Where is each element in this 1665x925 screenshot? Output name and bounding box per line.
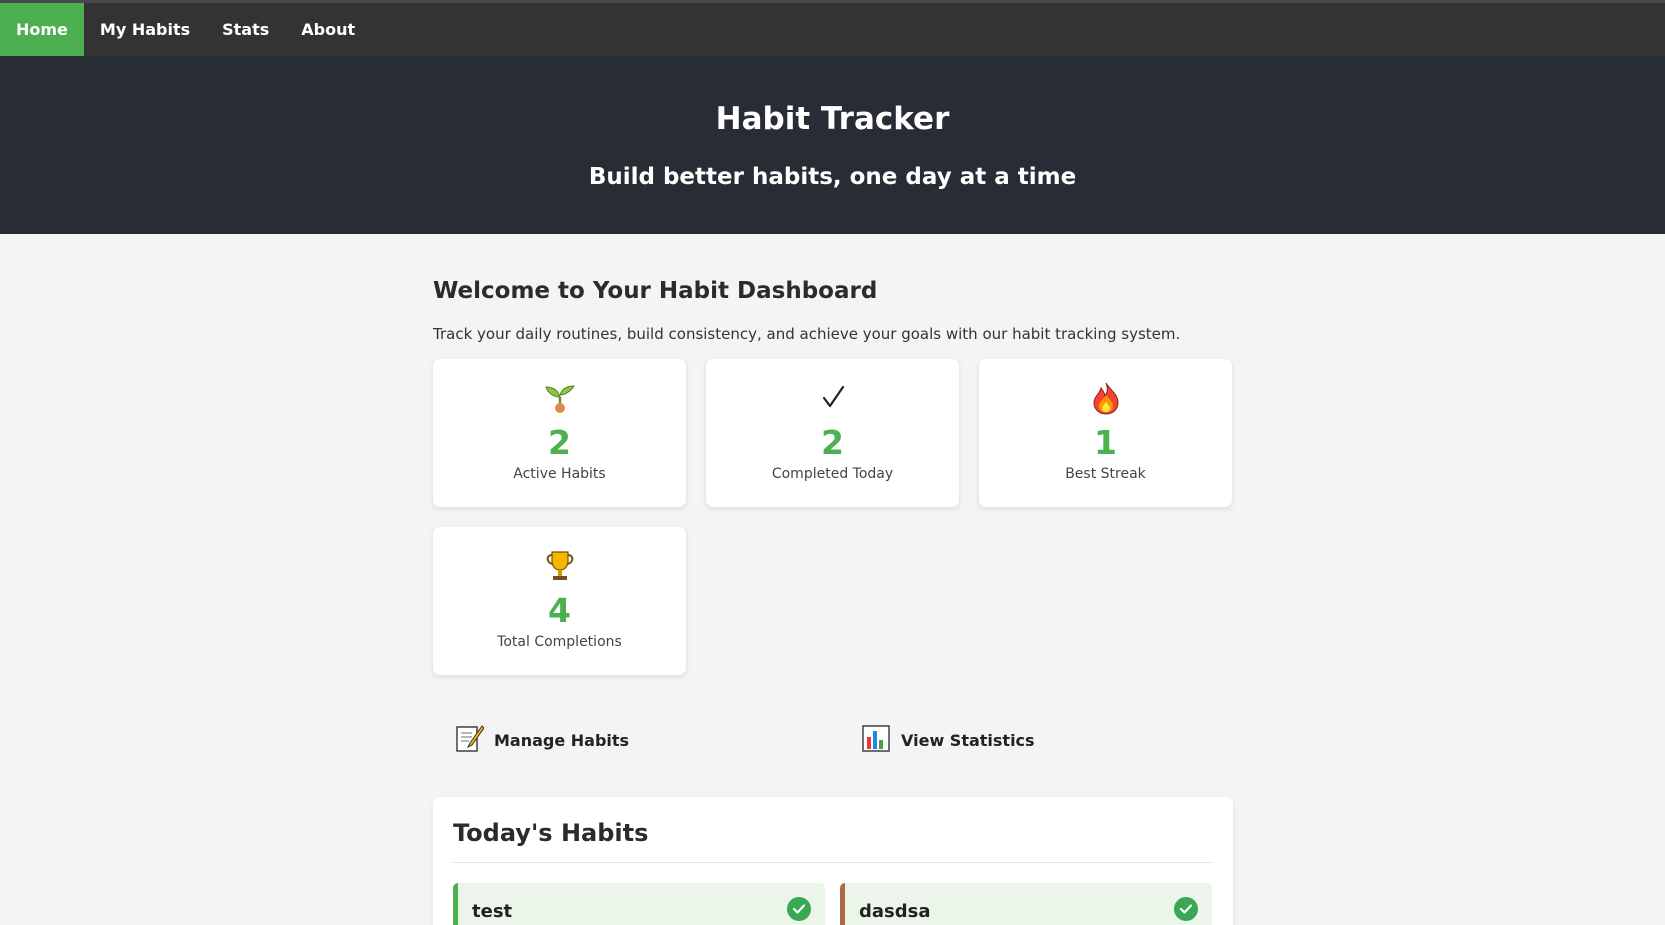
habit-name: test	[472, 901, 513, 922]
trophy-icon	[433, 547, 686, 585]
habit-name: dasdsa	[859, 901, 931, 922]
fire-icon	[979, 379, 1232, 417]
stat-card-active-habits: 2 Active Habits	[433, 359, 686, 507]
stat-value: 4	[548, 591, 571, 630]
habit-card[interactable]: test	[453, 883, 825, 925]
stat-label: Completed Today	[771, 466, 894, 482]
view-statistics-link[interactable]: View Statistics	[861, 723, 1035, 757]
manage-habits-label: Manage Habits	[494, 730, 630, 750]
memo-icon	[454, 723, 485, 757]
stat-value: 2	[548, 423, 571, 462]
view-statistics-label: View Statistics	[901, 730, 1035, 750]
nav-my-habits[interactable]: My Habits	[84, 3, 206, 56]
habit-card[interactable]: dasdsa	[840, 883, 1212, 925]
check-circle-icon[interactable]	[787, 897, 811, 921]
page-subtitle: Build better habits, one day at a time	[588, 164, 1077, 190]
check-circle-icon[interactable]	[1174, 897, 1198, 921]
nav-stats[interactable]: Stats	[206, 3, 285, 56]
stat-value: 2	[821, 423, 844, 462]
nav-home[interactable]: Home	[0, 3, 84, 56]
stat-card-total-completions: 4 Total Completions	[433, 527, 686, 675]
stat-card-best-streak: 1 Best Streak	[979, 359, 1232, 507]
hero-banner: Habit Tracker Build better habits, one d…	[0, 56, 1665, 234]
stat-value: 1	[1094, 423, 1117, 462]
stat-label: Best Streak	[1065, 466, 1146, 482]
welcome-heading: Welcome to Your Habit Dashboard	[433, 278, 878, 304]
nav-about[interactable]: About	[285, 3, 371, 56]
stat-label: Active Habits	[513, 466, 606, 482]
bar-chart-icon	[861, 723, 891, 757]
manage-habits-link[interactable]: Manage Habits	[454, 723, 629, 757]
todays-habits-heading: Today's Habits	[453, 819, 649, 847]
seedling-icon	[433, 379, 686, 417]
dashboard-content: Welcome to Your Habit Dashboard Track yo…	[433, 234, 1233, 925]
divider	[453, 862, 1213, 863]
todays-habits-panel: Today's Habits test dasdsa	[433, 797, 1233, 925]
stat-label: Total Completions	[497, 634, 622, 650]
welcome-text: Track your daily routines, build consist…	[433, 325, 1181, 343]
page-title: Habit Tracker	[715, 101, 950, 137]
top-navbar: Home My Habits Stats About	[0, 0, 1665, 56]
stat-card-completed-today: 2 Completed Today	[706, 359, 959, 507]
checkmark-icon	[706, 379, 959, 417]
